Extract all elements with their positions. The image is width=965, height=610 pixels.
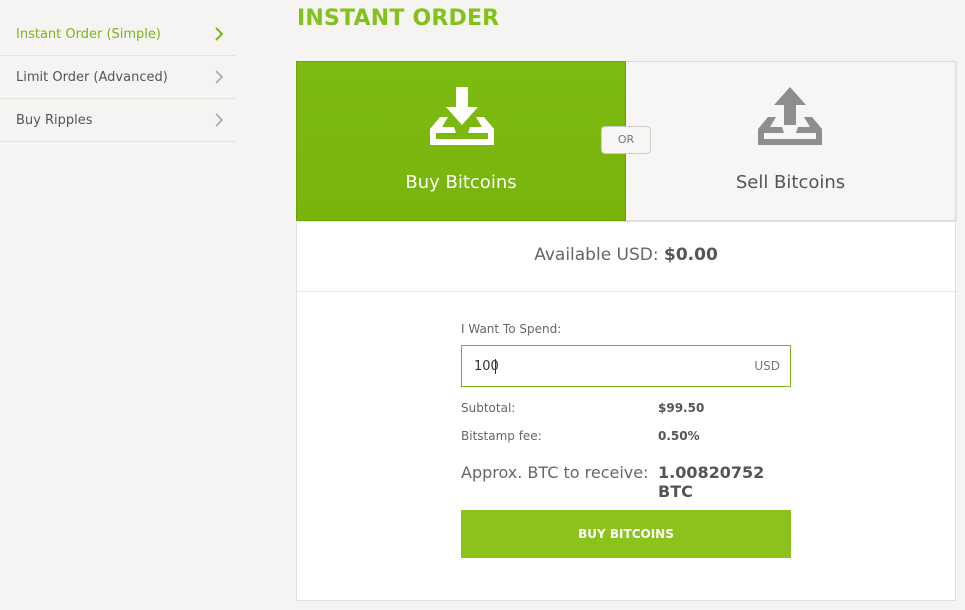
buy-bitcoins-button[interactable]: BUY BITCOINS <box>461 510 791 558</box>
receive-label: Approx. BTC to receive: <box>461 463 649 482</box>
spend-amount-input[interactable] <box>474 346 734 386</box>
spend-currency: USD <box>754 359 780 373</box>
fee-row: Bitstamp fee: 0.50% <box>461 429 791 457</box>
tab-sell-label: Sell Bitcoins <box>735 172 846 193</box>
spend-field[interactable]: USD <box>461 345 791 387</box>
order-type-tabs: Buy Bitcoins Sell Bitcoins OR <box>296 61 956 221</box>
subtotal-label: Subtotal: <box>461 401 516 415</box>
chevron-right-icon <box>215 27 224 41</box>
sidebar-item-limit-order[interactable]: Limit Order (Advanced) <box>0 56 236 99</box>
upload-tray-icon <box>758 87 822 145</box>
tab-buy-label: Buy Bitcoins <box>405 172 517 193</box>
sidebar-item-label: Limit Order (Advanced) <box>16 70 168 85</box>
download-tray-icon <box>430 87 494 145</box>
receive-value: 1.00820752 BTC <box>658 463 765 501</box>
fee-value: 0.50% <box>658 429 700 443</box>
sidebar-item-label: Instant Order (Simple) <box>16 27 161 42</box>
spend-label: I Want To Spend: <box>461 322 562 336</box>
instant-order-form: I Want To Spend: USD Subtotal: $99.50 Bi… <box>461 322 791 558</box>
tab-buy-bitcoins[interactable]: Buy Bitcoins <box>296 61 626 221</box>
chevron-right-icon <box>215 70 224 84</box>
available-balance: Available USD: $0.00 <box>297 222 955 292</box>
or-separator: OR <box>601 126 651 154</box>
sidebar-item-buy-ripples[interactable]: Buy Ripples <box>0 99 236 142</box>
text-caret <box>495 359 496 374</box>
page-title: INSTANT ORDER <box>297 6 500 31</box>
subtotal-row: Subtotal: $99.50 <box>461 401 791 429</box>
chevron-right-icon <box>215 113 224 127</box>
sidebar-item-instant-order[interactable]: Instant Order (Simple) <box>0 13 236 56</box>
order-panel: Available USD: $0.00 I Want To Spend: US… <box>296 221 956 601</box>
fee-label: Bitstamp fee: <box>461 429 542 443</box>
sidebar-nav: Instant Order (Simple) Limit Order (Adva… <box>0 13 236 142</box>
available-balance-label: Available USD: <box>534 245 659 265</box>
sidebar-item-label: Buy Ripples <box>16 113 93 128</box>
receive-row: Approx. BTC to receive: 1.00820752 BTC <box>461 463 791 501</box>
available-balance-value: $0.00 <box>664 245 718 265</box>
tab-sell-bitcoins[interactable]: Sell Bitcoins <box>626 61 956 221</box>
subtotal-value: $99.50 <box>658 401 705 415</box>
